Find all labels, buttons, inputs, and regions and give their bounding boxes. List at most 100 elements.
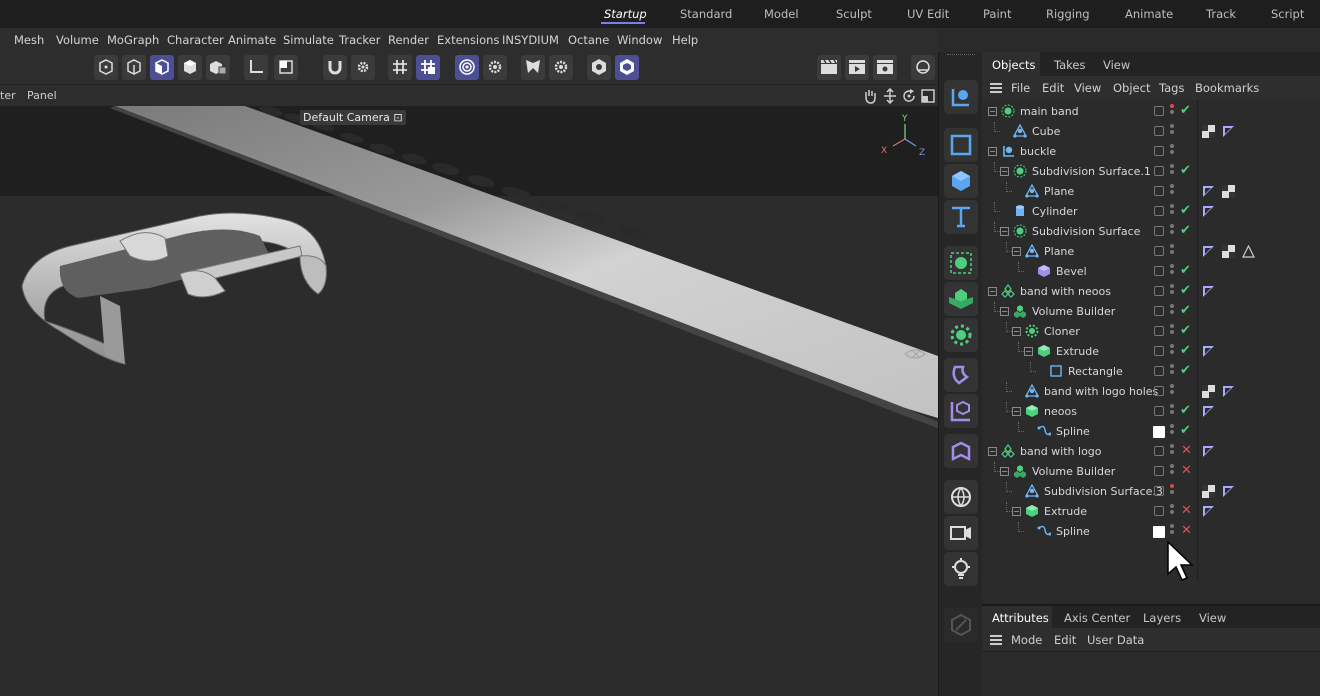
layer-edit-icon[interactable] xyxy=(1154,346,1164,356)
generator-tool-button[interactable] xyxy=(944,246,978,280)
object-row[interactable]: Spline ✔ xyxy=(982,422,1320,442)
attr-menu-mode[interactable]: Mode xyxy=(1011,633,1042,647)
enabled-check-icon[interactable]: ✔ xyxy=(1180,303,1191,318)
render-to-picture-viewer-button[interactable] xyxy=(845,55,869,80)
checker-tag-icon[interactable] xyxy=(1202,125,1215,138)
menu-volume[interactable]: Volume xyxy=(56,33,99,47)
solo-button[interactable] xyxy=(274,55,298,80)
material-tag-icon[interactable] xyxy=(1202,505,1215,518)
field-tool-button[interactable] xyxy=(944,394,978,428)
enabled-check-icon[interactable]: ✔ xyxy=(1180,223,1191,238)
enabled-check-icon[interactable]: ✔ xyxy=(1180,343,1191,358)
tab-axis-center[interactable]: Axis Center xyxy=(1064,611,1130,625)
layout-tab-uv-edit[interactable]: UV Edit xyxy=(907,7,949,21)
visibility-dots[interactable] xyxy=(1170,324,1175,340)
object-row[interactable]: Rectangle ✔ xyxy=(982,362,1320,382)
visibility-dots[interactable] xyxy=(1170,224,1175,240)
layer-edit-icon[interactable] xyxy=(1154,166,1164,176)
camera-tool-button[interactable] xyxy=(944,516,978,550)
menu-mograph[interactable]: MoGraph xyxy=(107,33,159,47)
object-name[interactable]: buckle xyxy=(1020,145,1056,158)
viewport-mode-button[interactable] xyxy=(615,55,639,80)
object-row[interactable]: − main band ✔ xyxy=(982,102,1320,122)
expand-collapse-icon[interactable]: − xyxy=(988,147,997,156)
material-tag-icon[interactable] xyxy=(1202,245,1215,258)
object-row[interactable]: − Extrude ✔ xyxy=(982,342,1320,362)
enabled-check-icon[interactable]: ✔ xyxy=(1180,323,1191,338)
object-name[interactable]: neoos xyxy=(1044,405,1077,418)
object-name[interactable]: main band xyxy=(1020,105,1079,118)
object-name[interactable]: Plane xyxy=(1044,185,1074,198)
material-tag-icon[interactable] xyxy=(1202,405,1215,418)
maximize-view-icon[interactable] xyxy=(920,88,936,104)
object-name[interactable]: Extrude xyxy=(1044,505,1087,518)
disabled-cross-icon[interactable]: ✕ xyxy=(1181,463,1192,478)
enabled-check-icon[interactable]: ✔ xyxy=(1180,163,1191,178)
expand-collapse-icon[interactable]: − xyxy=(1000,227,1009,236)
layer-edit-icon[interactable] xyxy=(1154,186,1164,196)
checker-tag-icon[interactable] xyxy=(1202,485,1215,498)
object-row[interactable]: − Volume Builder ✕ xyxy=(982,462,1320,482)
layer-edit-icon[interactable] xyxy=(1154,446,1164,456)
expand-collapse-icon[interactable]: − xyxy=(988,287,997,296)
layer-edit-icon[interactable] xyxy=(1154,266,1164,276)
layer-edit-icon[interactable] xyxy=(1154,406,1164,416)
expand-collapse-icon[interactable]: − xyxy=(1000,167,1009,176)
layout-tab-startup[interactable]: Startup xyxy=(604,7,647,21)
quantize-grid-button[interactable] xyxy=(416,55,440,80)
material-tag-icon[interactable] xyxy=(1202,285,1215,298)
display-color-swatch[interactable] xyxy=(1153,426,1165,438)
checker-tag-icon[interactable] xyxy=(1202,385,1215,398)
viewport-menu-filter[interactable]: ter xyxy=(0,89,16,102)
visibility-dots[interactable] xyxy=(1170,144,1175,160)
object-row[interactable]: − Subdivision Surface ✔ xyxy=(982,222,1320,242)
layout-tab-standard[interactable]: Standard xyxy=(680,7,732,21)
disabled-cross-icon[interactable]: ✕ xyxy=(1181,503,1192,518)
hamburger-icon[interactable] xyxy=(990,635,1002,645)
attr-menu-edit[interactable]: Edit xyxy=(1054,633,1076,647)
object-row[interactable]: − band with neoos ✔ xyxy=(982,282,1320,302)
menu-extensions[interactable]: Extensions xyxy=(437,33,499,47)
phong-tag-icon[interactable] xyxy=(1242,244,1255,258)
layout-tab-script[interactable]: Script xyxy=(1271,7,1304,21)
light-tool-button[interactable] xyxy=(944,552,978,586)
om-menu-edit[interactable]: Edit xyxy=(1042,81,1064,95)
object-name[interactable]: Bevel xyxy=(1056,265,1087,278)
object-name[interactable]: Subdivision Surface.1 xyxy=(1032,165,1151,178)
layer-edit-icon[interactable] xyxy=(1154,226,1164,236)
material-tag-icon[interactable] xyxy=(1202,445,1215,458)
enabled-check-icon[interactable]: ✔ xyxy=(1180,203,1191,218)
layout-tab-paint[interactable]: Paint xyxy=(983,7,1011,21)
display-color-swatch[interactable] xyxy=(1153,526,1165,538)
visibility-dots[interactable] xyxy=(1170,124,1175,140)
material-tag-icon[interactable] xyxy=(1202,345,1215,358)
layout-tab-animate[interactable]: Animate xyxy=(1125,7,1173,21)
object-row[interactable]: Subdivision Surface.3 xyxy=(982,482,1320,502)
object-row[interactable]: Cylinder ✔ xyxy=(982,202,1320,222)
layout-tab-model[interactable]: Model xyxy=(764,7,799,21)
dolly-arrows-icon[interactable] xyxy=(882,88,898,104)
visibility-dots[interactable] xyxy=(1170,484,1175,500)
om-menu-view[interactable]: View xyxy=(1074,81,1101,95)
layout-tab-sculpt[interactable]: Sculpt xyxy=(836,7,872,21)
expand-collapse-icon[interactable]: − xyxy=(988,107,997,116)
layer-edit-icon[interactable] xyxy=(1154,386,1164,396)
axis-mode-button[interactable] xyxy=(244,55,268,80)
menu-character[interactable]: Character xyxy=(167,33,224,47)
viewport-menu-panel[interactable]: Panel xyxy=(27,89,57,102)
sky-tool-button[interactable] xyxy=(944,480,978,514)
object-row[interactable]: − Plane xyxy=(982,242,1320,262)
material-tag-icon[interactable] xyxy=(1202,205,1215,218)
checker-tag-icon[interactable] xyxy=(1222,185,1235,198)
layer-edit-icon[interactable] xyxy=(1154,126,1164,136)
expand-collapse-icon[interactable]: − xyxy=(1024,347,1033,356)
null-tool-button[interactable] xyxy=(944,80,978,114)
visibility-dots[interactable] xyxy=(1170,504,1175,520)
render-view-button[interactable] xyxy=(817,55,841,80)
visibility-dots[interactable] xyxy=(1170,204,1175,220)
model-mode-button[interactable] xyxy=(178,55,202,80)
material-tag-icon[interactable] xyxy=(1222,485,1235,498)
layer-edit-icon[interactable] xyxy=(1154,146,1164,156)
sketch-tool-button[interactable] xyxy=(944,608,978,642)
menu-simulate[interactable]: Simulate xyxy=(283,33,334,47)
